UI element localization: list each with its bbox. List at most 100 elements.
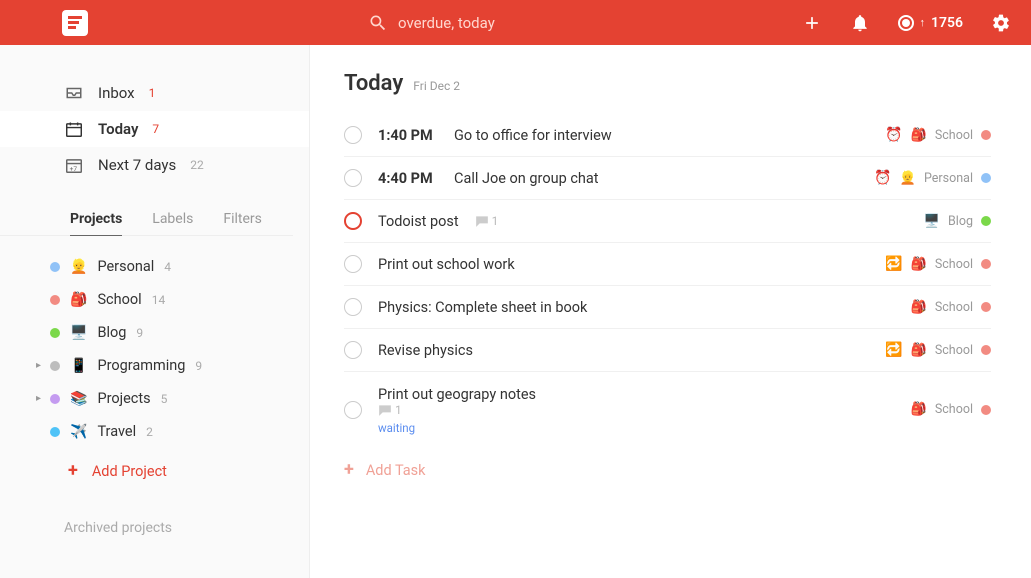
task-project-name: School	[935, 300, 973, 315]
chevron-right-icon: ▸	[36, 393, 41, 404]
project-list: 👱Personal4🎒School14🖥️Blog9▸📱Programming9…	[0, 250, 309, 448]
task-row[interactable]: Todoist post 1 🖥️ Blog	[344, 200, 991, 243]
project-row[interactable]: 🖥️ Blog 9	[0, 316, 309, 349]
search-field[interactable]: overdue, today	[368, 13, 802, 33]
karma-score[interactable]: ↑ 1756	[898, 15, 964, 31]
project-name: Blog	[97, 324, 126, 341]
task-row[interactable]: 4:40 PM Call Joe on group chat ⏰👱Personal	[344, 157, 991, 200]
calendar-today-icon	[64, 121, 84, 137]
task-title: Physics: Complete sheet in book	[378, 299, 587, 316]
project-row[interactable]: ✈️Travel2	[0, 415, 309, 448]
nav-next7-label: Next 7 days	[98, 156, 176, 174]
archived-projects-link[interactable]: Archived projects	[0, 490, 309, 536]
task-checkbox[interactable]	[344, 169, 362, 187]
nav-inbox-count: 1	[149, 86, 156, 100]
task-project-dot	[981, 345, 991, 355]
task-row[interactable]: Revise physics🔁🎒School	[344, 329, 991, 372]
task-project-emoji: 🖥️	[924, 214, 940, 229]
task-project-dot	[981, 216, 991, 226]
comment-icon[interactable]: 1	[475, 214, 499, 228]
task-checkbox[interactable]	[344, 212, 362, 230]
project-emoji: 👱	[70, 259, 87, 275]
karma-icon	[898, 15, 914, 31]
task-time: 1:40 PM	[378, 127, 438, 144]
project-color-dot	[50, 427, 60, 437]
project-emoji: 📱	[70, 358, 87, 374]
project-color-dot	[50, 295, 60, 305]
nav-next7[interactable]: +7 Next 7 days 22	[0, 147, 309, 183]
task-checkbox[interactable]	[344, 298, 362, 316]
tab-labels[interactable]: Labels	[152, 211, 193, 227]
task-project-dot	[981, 259, 991, 269]
task-project-emoji: 🎒	[911, 343, 927, 358]
project-count: 4	[164, 260, 171, 274]
task-project-dot	[981, 130, 991, 140]
plus-icon: +	[68, 462, 78, 480]
project-name: Travel	[97, 423, 136, 440]
project-emoji: 🖥️	[70, 325, 87, 341]
tab-projects[interactable]: Projects	[70, 211, 122, 236]
task-checkbox[interactable]	[344, 255, 362, 273]
add-task-button[interactable]: + Add Task	[344, 447, 991, 493]
task-checkbox[interactable]	[344, 341, 362, 359]
top-bar: overdue, today ↑ 1756	[0, 0, 1031, 45]
header-actions: ↑ 1756	[802, 13, 1012, 33]
task-tag[interactable]: waiting	[378, 421, 536, 435]
task-checkbox[interactable]	[344, 401, 362, 419]
reminder-icon: ⏰	[874, 170, 891, 186]
task-title: Call Joe on group chat	[454, 170, 599, 187]
task-project-name: School	[935, 128, 973, 143]
notifications-icon[interactable]	[850, 13, 870, 33]
task-project-dot	[981, 173, 991, 183]
task-time: 4:40 PM	[378, 170, 438, 187]
task-project-name: Personal	[924, 171, 973, 186]
project-color-dot	[50, 394, 60, 404]
view-header: Today Fri Dec 2	[344, 71, 991, 96]
comment-icon[interactable]: 1	[378, 403, 536, 417]
task-row[interactable]: Physics: Complete sheet in book 🎒 School	[344, 286, 991, 329]
task-list: 1:40 PMGo to office for interview⏰🎒Schoo…	[344, 114, 991, 447]
task-title: Print out geograpy notes	[378, 386, 536, 403]
project-count: 9	[136, 326, 143, 340]
task-project-dot	[981, 302, 991, 312]
add-task-label: Add Task	[366, 462, 426, 479]
task-project-dot	[981, 405, 991, 415]
task-project-name: School	[935, 402, 973, 417]
gear-icon[interactable]	[991, 13, 1011, 33]
task-row[interactable]: Print out school work🔁🎒School	[344, 243, 991, 286]
task-meta: 🖥️ Blog	[924, 214, 991, 229]
task-project-emoji: 🎒	[911, 300, 927, 315]
reminder-icon: ⏰	[885, 127, 902, 143]
nav-inbox[interactable]: Inbox 1	[0, 75, 309, 111]
project-color-dot	[50, 328, 60, 338]
add-icon[interactable]	[802, 13, 822, 33]
project-emoji: 📚	[70, 391, 87, 407]
project-row[interactable]: ▸📚Projects5	[0, 382, 309, 415]
task-meta: 🔁🎒School	[885, 342, 991, 358]
inbox-icon	[64, 85, 84, 101]
project-row[interactable]: 🎒School14	[0, 283, 309, 316]
task-meta: 🎒 School	[911, 300, 991, 315]
project-row[interactable]: 👱Personal4	[0, 250, 309, 283]
task-checkbox[interactable]	[344, 126, 362, 144]
project-color-dot	[50, 262, 60, 272]
project-emoji: ✈️	[70, 424, 87, 440]
project-row[interactable]: ▸📱Programming9	[0, 349, 309, 382]
project-color-dot	[50, 361, 60, 371]
app-logo[interactable]	[62, 10, 88, 36]
task-title: Todoist post	[378, 213, 459, 230]
add-project-button[interactable]: + Add Project	[0, 448, 309, 490]
project-name: Projects	[97, 390, 150, 407]
nav-inbox-label: Inbox	[98, 84, 135, 102]
project-count: 14	[152, 293, 166, 307]
project-name: School	[97, 291, 141, 308]
recurring-icon: 🔁	[885, 342, 902, 358]
tab-filters[interactable]: Filters	[223, 211, 262, 227]
view-title: Today	[344, 71, 403, 96]
task-project-name: Blog	[948, 214, 973, 229]
task-row[interactable]: 1:40 PMGo to office for interview⏰🎒Schoo…	[344, 114, 991, 157]
nav-today[interactable]: Today 7	[0, 111, 309, 147]
task-meta: ⏰👱Personal	[874, 170, 991, 186]
task-row[interactable]: Print out geograpy notes 1waiting🎒School	[344, 372, 991, 447]
plus-icon: +	[344, 461, 354, 479]
